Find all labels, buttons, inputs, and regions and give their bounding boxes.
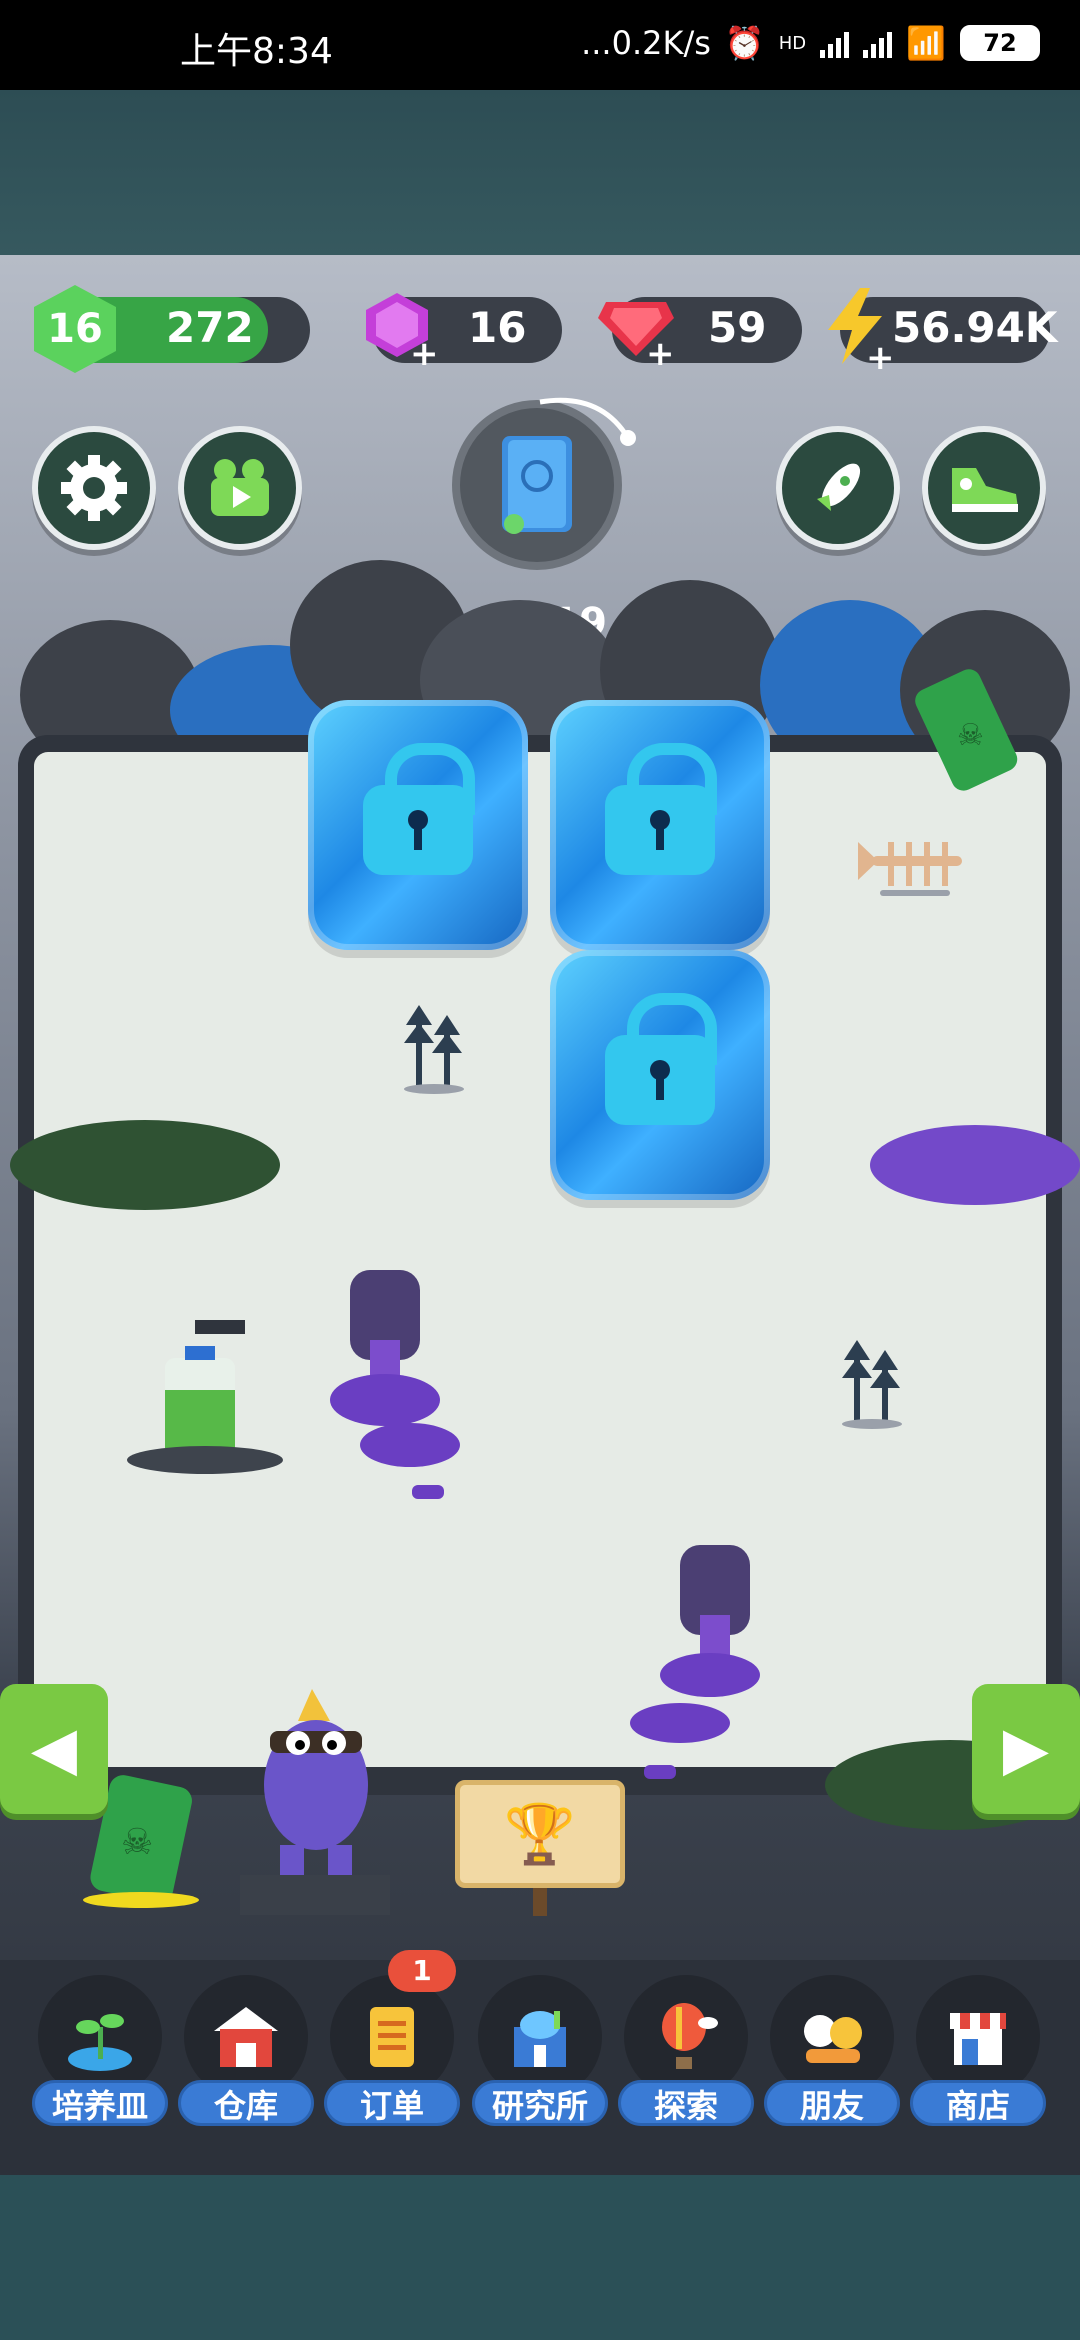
dark-plant-sprite[interactable] (838, 1340, 908, 1430)
barn-icon (214, 2007, 278, 2067)
locked-ice-block[interactable] (308, 700, 528, 950)
hd-label: HD (778, 32, 807, 54)
video-reward-button[interactable] (178, 426, 302, 550)
trophy-icon: 🏆 (503, 1799, 577, 1868)
rocket-icon (817, 463, 861, 511)
lab-icon (514, 2011, 566, 2067)
nav-item-warehouse[interactable]: 仓库 (178, 1975, 314, 2135)
bottom-background (0, 2175, 1080, 2340)
svg-text:☠: ☠ (957, 718, 984, 753)
next-board-button[interactable]: ▶ (972, 1684, 1080, 1814)
svg-text:☠: ☠ (121, 1822, 153, 1863)
nav-label: 订单 (324, 2080, 460, 2126)
toxic-barrel-sprite[interactable]: ☠ (915, 665, 1025, 795)
arrow-left-icon: ◀ (30, 1714, 78, 1784)
nav-item-explore[interactable]: 探索 (618, 1975, 754, 2135)
scroll-icon (370, 2007, 414, 2067)
purple-monster-character[interactable] (240, 1685, 410, 1920)
purple-slime-pipe[interactable] (300, 1270, 470, 1510)
trash-heap-left[interactable] (10, 1120, 280, 1210)
trash-bottle-pile[interactable] (125, 1310, 285, 1480)
gear-icon (61, 455, 127, 521)
signal-icon-2 (863, 28, 893, 58)
nav-label: 研究所 (472, 2080, 608, 2126)
alarm-icon: ⏰ (724, 24, 765, 62)
trophy-sign-button[interactable]: 🏆 (455, 1780, 625, 1888)
nav-label: 培养皿 (32, 2080, 168, 2126)
top-background (0, 90, 1080, 255)
video-camera-icon (211, 459, 269, 516)
add-purple-gem-icon[interactable]: + (410, 337, 439, 371)
red-gem-value: 59 (708, 303, 767, 352)
lock-icon (605, 743, 717, 875)
shop-icon (950, 2013, 1006, 2065)
dark-plant-sprite[interactable] (400, 1005, 470, 1095)
wifi-icon: 📶 (906, 24, 946, 62)
locked-ice-block[interactable] (550, 950, 770, 1200)
nav-item-institute[interactable]: 研究所 (472, 1975, 608, 2135)
nav-label: 探索 (618, 2080, 754, 2126)
signal-icon (820, 28, 850, 58)
nav-item-petri-dish[interactable]: 培养皿 (32, 1975, 168, 2135)
nav-item-orders[interactable]: 订单 (324, 1975, 460, 2135)
rocket-button[interactable] (776, 426, 900, 550)
settings-button[interactable] (32, 426, 156, 550)
add-red-gem-icon[interactable]: + (646, 337, 675, 371)
sneaker-icon (952, 468, 1018, 512)
energy-value: 56.94K (892, 303, 1058, 352)
status-time: 上午8:34 (180, 31, 333, 72)
balloon-icon (662, 2003, 718, 2069)
locked-ice-block[interactable] (550, 700, 770, 950)
sneaker-button[interactable] (922, 426, 1046, 550)
add-energy-icon[interactable]: + (866, 341, 895, 375)
book-progress-arc (539, 397, 636, 446)
nav-item-friends[interactable]: 朋友 (764, 1975, 900, 2135)
fishbone-sprite[interactable] (858, 832, 968, 902)
status-icons: ...0.2K/s ⏰ HD 📶 72 (581, 24, 1040, 62)
trophy-sign-post (533, 1888, 547, 1916)
orders-badge: 1 (388, 1950, 456, 1992)
purple-slime-pipe[interactable] (630, 1545, 800, 1785)
xp-value: 272 (166, 303, 254, 352)
nav-label: 朋友 (764, 2080, 900, 2126)
network-speed: ...0.2K/s (581, 24, 711, 62)
arrow-right-icon: ▶ (1002, 1714, 1050, 1784)
game-board[interactable] (34, 752, 1046, 1767)
purple-gem-value: 16 (468, 303, 527, 352)
lock-icon (605, 993, 717, 1125)
friends-icon (804, 2015, 862, 2063)
sprout-icon (68, 2014, 132, 2071)
nav-label: 商店 (910, 2080, 1046, 2126)
nav-label: 仓库 (178, 2080, 314, 2126)
trash-heap-right[interactable] (870, 1125, 1080, 1205)
lock-icon (363, 743, 475, 875)
nav-item-shop[interactable]: 商店 (910, 1975, 1046, 2135)
battery-icon: 72 (960, 25, 1040, 61)
previous-board-button[interactable]: ◀ (0, 1684, 108, 1814)
status-bar: 上午8:34 ...0.2K/s ⏰ HD 📶 72 (0, 0, 1080, 90)
